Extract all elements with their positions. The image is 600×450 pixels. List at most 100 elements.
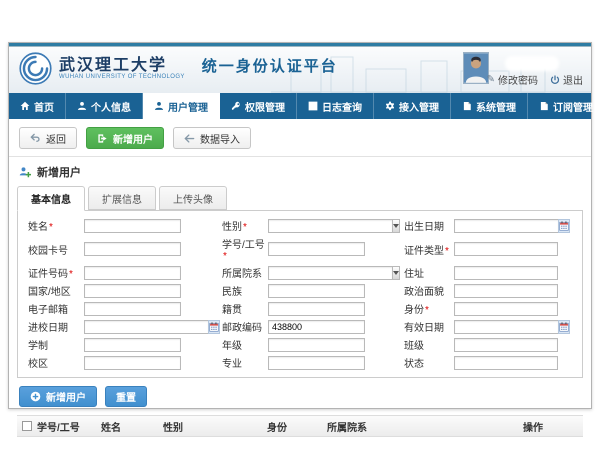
submit-button[interactable]: 新增用户 bbox=[19, 386, 97, 407]
nav-tab-label: 权限管理 bbox=[245, 99, 285, 114]
field-id-type: 证件类型* bbox=[404, 242, 572, 257]
form-row: 校区专业状态 bbox=[28, 355, 572, 370]
field-label-text: 所属院系 bbox=[222, 269, 262, 280]
valid-date-calendar-button[interactable] bbox=[558, 320, 570, 334]
logout-label: 退出 bbox=[563, 72, 583, 87]
field-label: 有效日期 bbox=[404, 319, 454, 334]
postal-code-input[interactable] bbox=[268, 320, 365, 334]
grade-input[interactable] bbox=[268, 338, 365, 352]
nav-tab-user-mgmt[interactable]: 用户管理 bbox=[143, 93, 220, 119]
tab-upload-avatar[interactable]: 上传头像 bbox=[159, 186, 227, 210]
field-label-text: 姓名 bbox=[28, 222, 48, 233]
field-label: 学号/工号* bbox=[222, 236, 268, 262]
reset-button[interactable]: 重置 bbox=[105, 386, 147, 407]
enroll-date-date-field bbox=[84, 320, 181, 334]
status-input[interactable] bbox=[454, 356, 558, 370]
select-all-checkbox[interactable] bbox=[22, 421, 32, 431]
table-column-header: 操作 bbox=[523, 419, 583, 434]
field-label-text: 籍贯 bbox=[222, 305, 242, 316]
field-valid-date: 有效日期 bbox=[404, 319, 572, 334]
user-table-header: 学号/工号姓名性别身份所属院系操作 bbox=[17, 415, 583, 437]
form-panel: 姓名*性别* 出生日期校园卡号 学号/工号* 证件类型* 证件号码*所属院系 住址国家/地… bbox=[17, 210, 583, 378]
logout-link[interactable]: 退出 bbox=[550, 72, 583, 87]
field-label-text: 住址 bbox=[404, 269, 424, 280]
nav-tab-access-mgmt[interactable]: 接入管理 bbox=[374, 93, 451, 119]
university-name: 武汉理工大学 bbox=[59, 57, 185, 74]
field-label: 校园卡号 bbox=[28, 242, 84, 257]
email-input[interactable] bbox=[84, 302, 181, 316]
nav-tab-label: 用户管理 bbox=[168, 99, 208, 114]
political-status-input[interactable] bbox=[454, 284, 558, 298]
field-label-text: 学号/工号 bbox=[222, 240, 265, 251]
birth-date-input[interactable] bbox=[454, 219, 558, 233]
valid-date-input[interactable] bbox=[454, 320, 558, 334]
nav-tab-log-query[interactable]: 日志查询 bbox=[297, 93, 374, 119]
identity-input[interactable] bbox=[454, 302, 558, 316]
field-name: 姓名* bbox=[28, 218, 222, 233]
data-import-button[interactable]: 数据导入 bbox=[173, 127, 251, 149]
field-class: 班级 bbox=[404, 337, 572, 352]
nav-tab-subscription-mgmt[interactable]: 订阅管理 bbox=[528, 93, 600, 119]
book-icon bbox=[462, 101, 472, 111]
field-label: 电子邮箱 bbox=[28, 301, 84, 316]
name-input[interactable] bbox=[84, 219, 181, 233]
person-add-icon bbox=[19, 166, 31, 178]
table-column-header: 所属院系 bbox=[327, 419, 523, 434]
nav-tab-label: 个人信息 bbox=[91, 99, 131, 114]
add-user-toolbar-button[interactable]: 新增用户 bbox=[86, 127, 164, 149]
class-input[interactable] bbox=[454, 338, 558, 352]
nav-tab-system-mgmt[interactable]: 系统管理 bbox=[451, 93, 528, 119]
tab-extended-info[interactable]: 扩展信息 bbox=[88, 186, 156, 210]
id-number-input[interactable] bbox=[84, 266, 181, 280]
nav-tab-home[interactable]: 首页 bbox=[9, 93, 66, 119]
form-row: 国家/地区 民族 政治面貌 bbox=[28, 283, 572, 298]
add-user-icon bbox=[97, 133, 108, 144]
section-header: 新增用户 bbox=[9, 157, 591, 186]
department-input[interactable] bbox=[268, 266, 392, 280]
field-label: 政治面貌 bbox=[404, 283, 454, 298]
key-icon bbox=[231, 101, 241, 111]
enroll-date-input[interactable] bbox=[84, 320, 208, 334]
department-dropdown-button[interactable] bbox=[392, 266, 400, 280]
field-label-text: 状态 bbox=[404, 359, 424, 370]
field-label-text: 国家/地区 bbox=[28, 287, 71, 298]
field-label: 性别* bbox=[222, 218, 268, 233]
nav-tab-permission-mgmt[interactable]: 权限管理 bbox=[220, 93, 297, 119]
campus-card-input[interactable] bbox=[84, 242, 181, 256]
birth-date-calendar-button[interactable] bbox=[558, 219, 570, 233]
university-logo bbox=[19, 52, 52, 85]
country-input[interactable] bbox=[84, 284, 181, 298]
field-label: 进校日期 bbox=[28, 319, 84, 334]
field-label-text: 出生日期 bbox=[404, 222, 444, 233]
gender-input[interactable] bbox=[268, 219, 392, 233]
pencil-icon: ✎ bbox=[487, 74, 495, 85]
field-label-text: 证件号码 bbox=[28, 269, 68, 280]
student-id-input[interactable] bbox=[268, 242, 365, 256]
field-label-text: 民族 bbox=[222, 287, 242, 298]
tab-basic-info[interactable]: 基本信息 bbox=[17, 186, 85, 211]
app-window: 武汉理工大学 WUHAN UNIVERSITY OF TECHNOLOGY 统一… bbox=[8, 42, 592, 409]
nav-tab-label: 接入管理 bbox=[399, 99, 439, 114]
gender-dropdown-button[interactable] bbox=[392, 219, 400, 233]
import-arrow-icon bbox=[184, 133, 195, 144]
major-input[interactable] bbox=[268, 356, 365, 370]
submit-label: 新增用户 bbox=[46, 389, 86, 404]
schooling-input[interactable] bbox=[84, 338, 181, 352]
address-input[interactable] bbox=[454, 266, 558, 280]
ethnicity-input[interactable] bbox=[268, 284, 365, 298]
enroll-date-calendar-button[interactable] bbox=[208, 320, 220, 334]
change-password-link[interactable]: ✎ 修改密码 bbox=[487, 72, 538, 87]
native-place-input[interactable] bbox=[268, 302, 365, 316]
table-column-header: 学号/工号 bbox=[37, 419, 101, 434]
add-user-toolbar-label: 新增用户 bbox=[113, 131, 153, 146]
field-label: 邮政编码 bbox=[222, 319, 268, 334]
campus-input[interactable] bbox=[84, 356, 181, 370]
nav-tab-profile[interactable]: 个人信息 bbox=[66, 93, 143, 119]
back-button[interactable]: 返回 bbox=[19, 127, 77, 149]
table-column-header: 姓名 bbox=[101, 419, 163, 434]
id-type-input[interactable] bbox=[454, 242, 558, 256]
field-campus-card: 校园卡号 bbox=[28, 242, 222, 257]
field-id-number: 证件号码* bbox=[28, 265, 222, 280]
field-email: 电子邮箱 bbox=[28, 301, 222, 316]
field-label-text: 专业 bbox=[222, 359, 242, 370]
